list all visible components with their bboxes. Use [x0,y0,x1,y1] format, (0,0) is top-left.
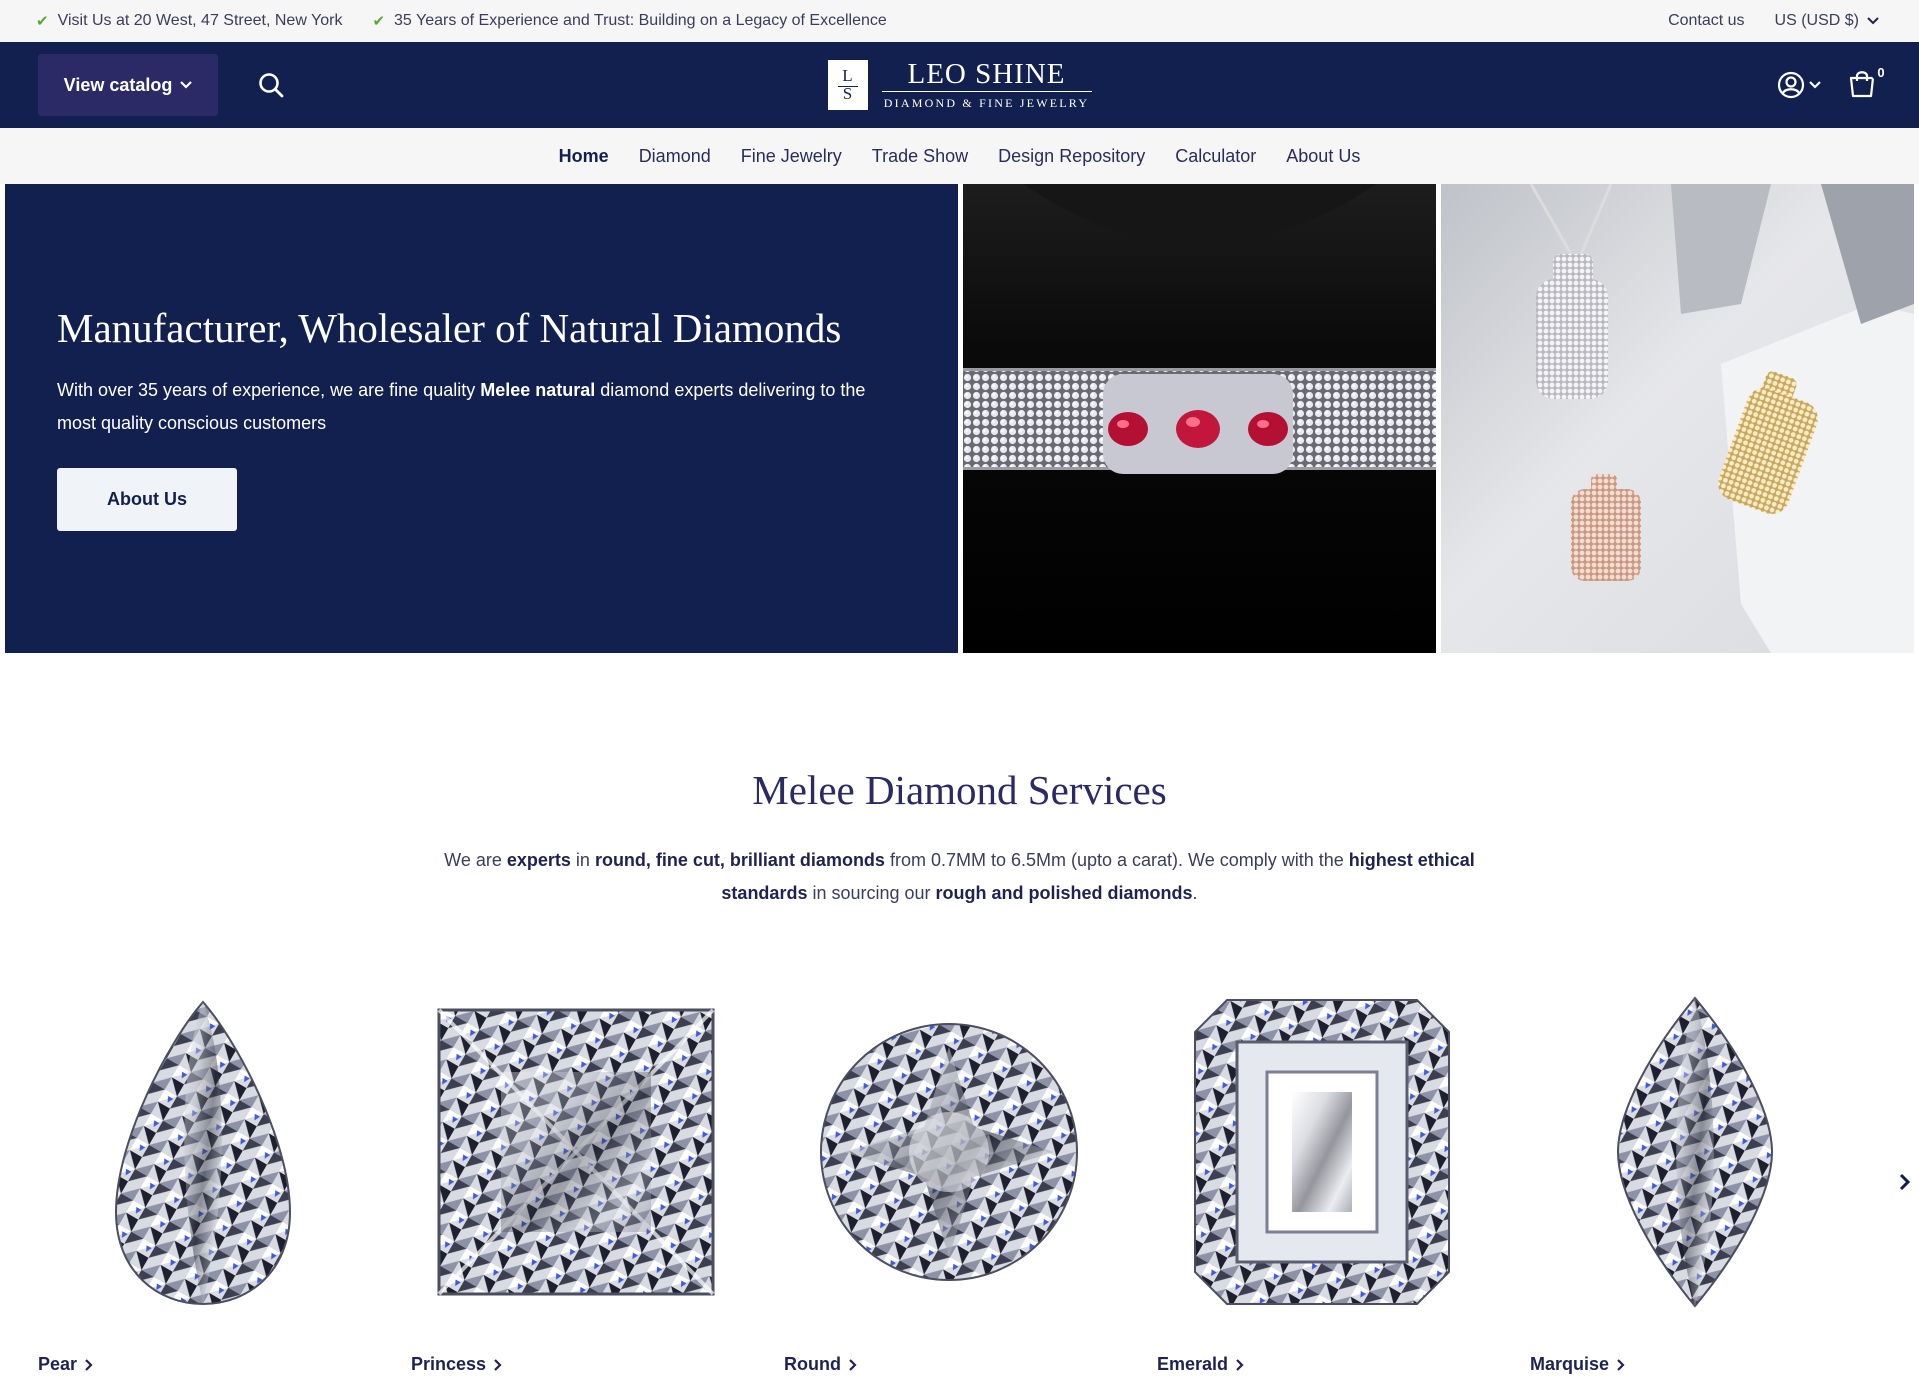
melee-desc-text: . [1192,883,1198,903]
melee-section: Melee Diamond Services We are experts in… [0,653,1919,1395]
hero-description: With over 35 years of experience, we are… [57,374,906,440]
main-navigation: Home Diamond Fine Jewelry Trade Show Des… [0,128,1919,184]
cart-count-badge: 0 [1871,62,1891,82]
melee-desc-bold: rough and polished diamonds [935,883,1193,903]
choker-image [963,184,1436,653]
chevron-right-icon [849,1358,857,1371]
carousel-next-button[interactable] [1893,1170,1917,1194]
shape-link-round[interactable]: Round [784,1354,857,1375]
shape-card-princess[interactable]: Princess [411,992,741,1374]
round-diamond-image [784,992,1114,1312]
shape-link-pear[interactable]: Pear [38,1354,93,1375]
logo-mark-top: L [842,66,853,85]
shape-label-princess: Princess [411,1354,487,1374]
hero-desc-bold: Melee natural [480,380,596,400]
melee-desc-text: We are [444,850,507,870]
shape-card-pear[interactable]: Pear [38,992,368,1374]
chevron-right-icon [494,1358,502,1371]
announcement-item: ✔ 35 Years of Experience and Trust: Buil… [372,12,886,30]
search-icon[interactable] [256,70,286,100]
announcement-text: 35 Years of Experience and Trust: Buildi… [394,12,887,29]
logo-mark: L S [827,60,868,110]
view-catalog-label: View catalog [63,74,173,95]
chevron-down-icon [1867,17,1879,25]
header-left: View catalog [38,54,286,116]
site-header: View catalog L S LEO SHINE DIAMOND & FIN… [0,42,1919,128]
shape-link-emerald[interactable]: Emerald [1157,1354,1244,1375]
chevron-down-icon [1809,81,1821,89]
melee-desc-bold: round, fine cut, brilliant diamonds [594,850,885,870]
logo-mark-bottom: S [842,84,853,103]
marquise-diamond-image [1530,992,1860,1312]
utility-links: Contact us US (USD $) [1668,12,1879,30]
view-catalog-button[interactable]: View catalog [38,54,218,116]
shape-link-princess[interactable]: Princess [411,1354,502,1375]
nav-item-about-us[interactable]: About Us [1286,146,1360,167]
shape-link-marquise[interactable]: Marquise [1530,1354,1625,1375]
shape-card-emerald[interactable]: Emerald [1157,992,1487,1374]
check-icon: ✔ [36,13,49,30]
chevron-right-icon [1236,1358,1244,1371]
pendants-image [1441,184,1914,653]
logo-name: LEO SHINE [881,59,1092,92]
hero-desc-start: With over 35 years of experience, we are… [57,380,481,400]
shape-label-emerald: Emerald [1157,1354,1229,1374]
shape-card-marquise[interactable]: Marquise [1530,992,1860,1374]
user-icon [1777,71,1805,99]
cart-button[interactable]: 0 [1847,62,1891,102]
diamond-shapes-carousel: Pear Princess Round Emerald Marquise [0,992,1919,1395]
header-right: 0 [1777,62,1891,102]
hero-title: Manufacturer, Wholesaler of Natural Diam… [57,305,842,351]
diamond-pendants-illustration [1529,184,1914,653]
chevron-right-icon [1617,1358,1625,1371]
melee-desc-text: in sourcing our [807,883,936,903]
site-logo[interactable]: L S LEO SHINE DIAMOND & FINE JEWELRY [827,59,1092,111]
chevron-right-icon [85,1358,93,1371]
logo-text: LEO SHINE DIAMOND & FINE JEWELRY [881,59,1092,111]
check-icon: ✔ [372,13,386,30]
shape-card-round[interactable]: Round [784,992,1114,1374]
melee-desc-text: from 0.7MM to 6.5Mm (upto a carat). We c… [884,850,1349,870]
nav-item-diamond[interactable]: Diamond [639,146,711,167]
currency-label: US (USD $) [1774,12,1859,29]
currency-selector[interactable]: US (USD $) [1775,12,1879,30]
melee-desc-text: in [570,850,595,870]
shape-label-round: Round [784,1354,841,1374]
nav-item-design-repository[interactable]: Design Repository [998,146,1145,167]
announcement-text: Visit Us at 20 West, 47 Street, New York [57,12,343,29]
melee-description: We are experts in round, fine cut, brill… [410,844,1510,910]
contact-link[interactable]: Contact us [1668,12,1744,30]
account-menu[interactable] [1777,71,1821,99]
logo-tagline: DIAMOND & FINE JEWELRY [883,96,1090,110]
nav-item-home[interactable]: Home [559,146,609,167]
pear-diamond-image [38,992,368,1312]
diamond-choker-illustration [963,184,1436,653]
emerald-diamond-image [1157,992,1487,1312]
chevron-down-icon [180,81,193,89]
shape-label-pear: Pear [38,1354,78,1374]
shape-label-marquise: Marquise [1530,1354,1610,1374]
announcement-bar: ✔ Visit Us at 20 West, 47 Street, New Yo… [0,0,1919,42]
nav-item-fine-jewelry[interactable]: Fine Jewelry [741,146,842,167]
hero-section: Manufacturer, Wholesaler of Natural Diam… [0,184,1919,653]
melee-title: Melee Diamond Services [752,767,1167,813]
melee-desc-bold: experts [506,850,571,870]
princess-diamond-image [411,992,741,1312]
about-us-button[interactable]: About Us [57,468,237,531]
announcement-item: ✔ Visit Us at 20 West, 47 Street, New Yo… [36,12,342,30]
nav-item-calculator[interactable]: Calculator [1175,146,1256,167]
chevron-right-icon [1899,1173,1911,1191]
hero-text-panel: Manufacturer, Wholesaler of Natural Diam… [5,184,958,653]
nav-item-trade-show[interactable]: Trade Show [872,146,968,167]
announcement-items: ✔ Visit Us at 20 West, 47 Street, New Yo… [36,12,887,30]
